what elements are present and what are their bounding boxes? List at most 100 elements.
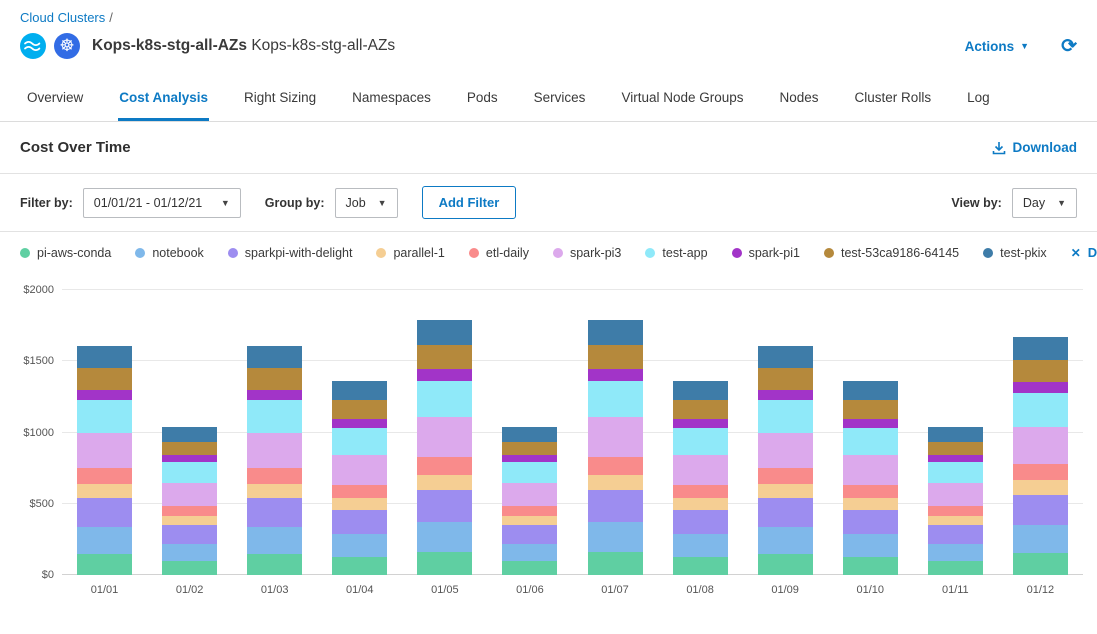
bar-segment-test-53ca9186-64145[interactable] — [247, 368, 302, 389]
legend-item-test-53ca9186-64145[interactable]: test-53ca9186-64145 — [824, 246, 959, 260]
bar-segment-test-app[interactable] — [843, 428, 898, 455]
bar-segment-spark-pi3[interactable] — [502, 483, 557, 506]
bar-segment-test-53ca9186-64145[interactable] — [332, 400, 387, 419]
bar-segment-spark-pi3[interactable] — [417, 417, 472, 457]
bar-segment-notebook[interactable] — [673, 534, 728, 557]
tab-virtual-node-groups[interactable]: Virtual Node Groups — [620, 77, 744, 121]
bar-segment-parallel-1[interactable] — [758, 484, 813, 498]
bar-segment-pi-aws-conda[interactable] — [588, 552, 643, 576]
bar-segment-etl-daily[interactable] — [928, 506, 983, 516]
bar-segment-spark-pi3[interactable] — [77, 433, 132, 469]
bar-segment-notebook[interactable] — [77, 527, 132, 554]
bar-segment-test-pkix[interactable] — [928, 427, 983, 442]
download-button[interactable]: Download — [992, 140, 1078, 155]
tab-pods[interactable]: Pods — [466, 77, 499, 121]
tab-right-sizing[interactable]: Right Sizing — [243, 77, 317, 121]
bar-segment-notebook[interactable] — [247, 527, 302, 554]
bar-segment-pi-aws-conda[interactable] — [502, 561, 557, 575]
bar-segment-test-53ca9186-64145[interactable] — [77, 368, 132, 389]
refresh-icon[interactable]: ⟳ — [1061, 35, 1077, 58]
bar-segment-parallel-1[interactable] — [332, 498, 387, 510]
bar-segment-test-pkix[interactable] — [77, 346, 132, 369]
bar-segment-spark-pi3[interactable] — [247, 433, 302, 469]
bar-segment-sparkpi-with-delight[interactable] — [417, 490, 472, 521]
bar-segment-pi-aws-conda[interactable] — [843, 557, 898, 575]
bar-segment-notebook[interactable] — [758, 527, 813, 554]
group-by-dropdown[interactable]: Job ▼ — [335, 188, 398, 218]
bar-segment-notebook[interactable] — [502, 544, 557, 562]
bar-segment-etl-daily[interactable] — [417, 457, 472, 475]
bar-segment-sparkpi-with-delight[interactable] — [247, 498, 302, 527]
bar-segment-test-53ca9186-64145[interactable] — [588, 345, 643, 369]
bar-segment-test-app[interactable] — [332, 428, 387, 455]
bar-segment-test-app[interactable] — [928, 462, 983, 483]
bar-segment-test-app[interactable] — [77, 400, 132, 433]
stacked-bar-01/09[interactable] — [758, 346, 813, 575]
bar-segment-test-app[interactable] — [1013, 393, 1068, 427]
bar-segment-test-pkix[interactable] — [843, 381, 898, 400]
bar-segment-spark-pi1[interactable] — [1013, 382, 1068, 393]
bar-segment-spark-pi1[interactable] — [758, 390, 813, 400]
bar-segment-pi-aws-conda[interactable] — [77, 554, 132, 575]
bar-segment-sparkpi-with-delight[interactable] — [502, 525, 557, 544]
bar-segment-pi-aws-conda[interactable] — [928, 561, 983, 575]
bar-segment-etl-daily[interactable] — [758, 468, 813, 484]
bar-segment-test-app[interactable] — [588, 381, 643, 417]
stacked-bar-01/04[interactable] — [332, 381, 387, 575]
legend-item-spark-pi1[interactable]: spark-pi1 — [732, 246, 800, 260]
bar-segment-etl-daily[interactable] — [673, 485, 728, 499]
bar-segment-spark-pi3[interactable] — [843, 455, 898, 485]
bar-segment-parallel-1[interactable] — [928, 516, 983, 525]
date-range-dropdown[interactable]: 01/01/21 - 01/12/21 ▼ — [83, 188, 241, 218]
bar-segment-test-53ca9186-64145[interactable] — [843, 400, 898, 419]
bar-segment-parallel-1[interactable] — [1013, 480, 1068, 495]
stacked-bar-01/07[interactable] — [588, 320, 643, 575]
view-by-dropdown[interactable]: Day ▼ — [1012, 188, 1077, 218]
bar-segment-parallel-1[interactable] — [502, 516, 557, 525]
bar-segment-pi-aws-conda[interactable] — [1013, 553, 1068, 575]
bar-segment-sparkpi-with-delight[interactable] — [162, 525, 217, 544]
bar-segment-parallel-1[interactable] — [588, 475, 643, 491]
bar-segment-sparkpi-with-delight[interactable] — [843, 510, 898, 534]
tab-cost-analysis[interactable]: Cost Analysis — [118, 77, 209, 121]
bar-segment-test-53ca9186-64145[interactable] — [758, 368, 813, 389]
bar-segment-sparkpi-with-delight[interactable] — [1013, 495, 1068, 525]
bar-segment-sparkpi-with-delight[interactable] — [758, 498, 813, 527]
bar-segment-sparkpi-with-delight[interactable] — [588, 490, 643, 521]
legend-item-pi-aws-conda[interactable]: pi-aws-conda — [20, 246, 111, 260]
bar-segment-etl-daily[interactable] — [247, 468, 302, 484]
stacked-bar-01/02[interactable] — [162, 427, 217, 575]
bar-segment-parallel-1[interactable] — [77, 484, 132, 498]
bar-segment-notebook[interactable] — [928, 544, 983, 562]
bar-segment-pi-aws-conda[interactable] — [332, 557, 387, 575]
bar-segment-etl-daily[interactable] — [162, 506, 217, 516]
add-filter-button[interactable]: Add Filter — [422, 186, 517, 219]
bar-segment-spark-pi3[interactable] — [162, 483, 217, 506]
stacked-bar-01/12[interactable] — [1013, 337, 1068, 575]
bar-segment-etl-daily[interactable] — [1013, 464, 1068, 480]
bar-segment-pi-aws-conda[interactable] — [247, 554, 302, 575]
bar-segment-test-53ca9186-64145[interactable] — [928, 442, 983, 456]
bar-segment-spark-pi1[interactable] — [332, 419, 387, 428]
bar-segment-parallel-1[interactable] — [843, 498, 898, 510]
legend-item-parallel-1[interactable]: parallel-1 — [376, 246, 444, 260]
bar-segment-parallel-1[interactable] — [162, 516, 217, 525]
bar-segment-pi-aws-conda[interactable] — [673, 557, 728, 575]
bar-segment-etl-daily[interactable] — [588, 457, 643, 475]
bar-segment-notebook[interactable] — [588, 522, 643, 552]
bar-segment-spark-pi3[interactable] — [673, 455, 728, 485]
bar-segment-test-53ca9186-64145[interactable] — [502, 442, 557, 456]
bar-segment-parallel-1[interactable] — [247, 484, 302, 498]
bar-segment-test-53ca9186-64145[interactable] — [1013, 360, 1068, 382]
bar-segment-test-pkix[interactable] — [247, 346, 302, 369]
bar-segment-sparkpi-with-delight[interactable] — [673, 510, 728, 534]
bar-segment-spark-pi1[interactable] — [247, 390, 302, 400]
bar-segment-test-pkix[interactable] — [673, 381, 728, 400]
bar-segment-notebook[interactable] — [417, 522, 472, 552]
bar-segment-test-pkix[interactable] — [162, 427, 217, 442]
stacked-bar-01/11[interactable] — [928, 427, 983, 575]
bar-segment-sparkpi-with-delight[interactable] — [928, 525, 983, 544]
stacked-bar-01/06[interactable] — [502, 427, 557, 575]
bar-segment-test-app[interactable] — [247, 400, 302, 433]
legend-item-test-app[interactable]: test-app — [645, 246, 707, 260]
